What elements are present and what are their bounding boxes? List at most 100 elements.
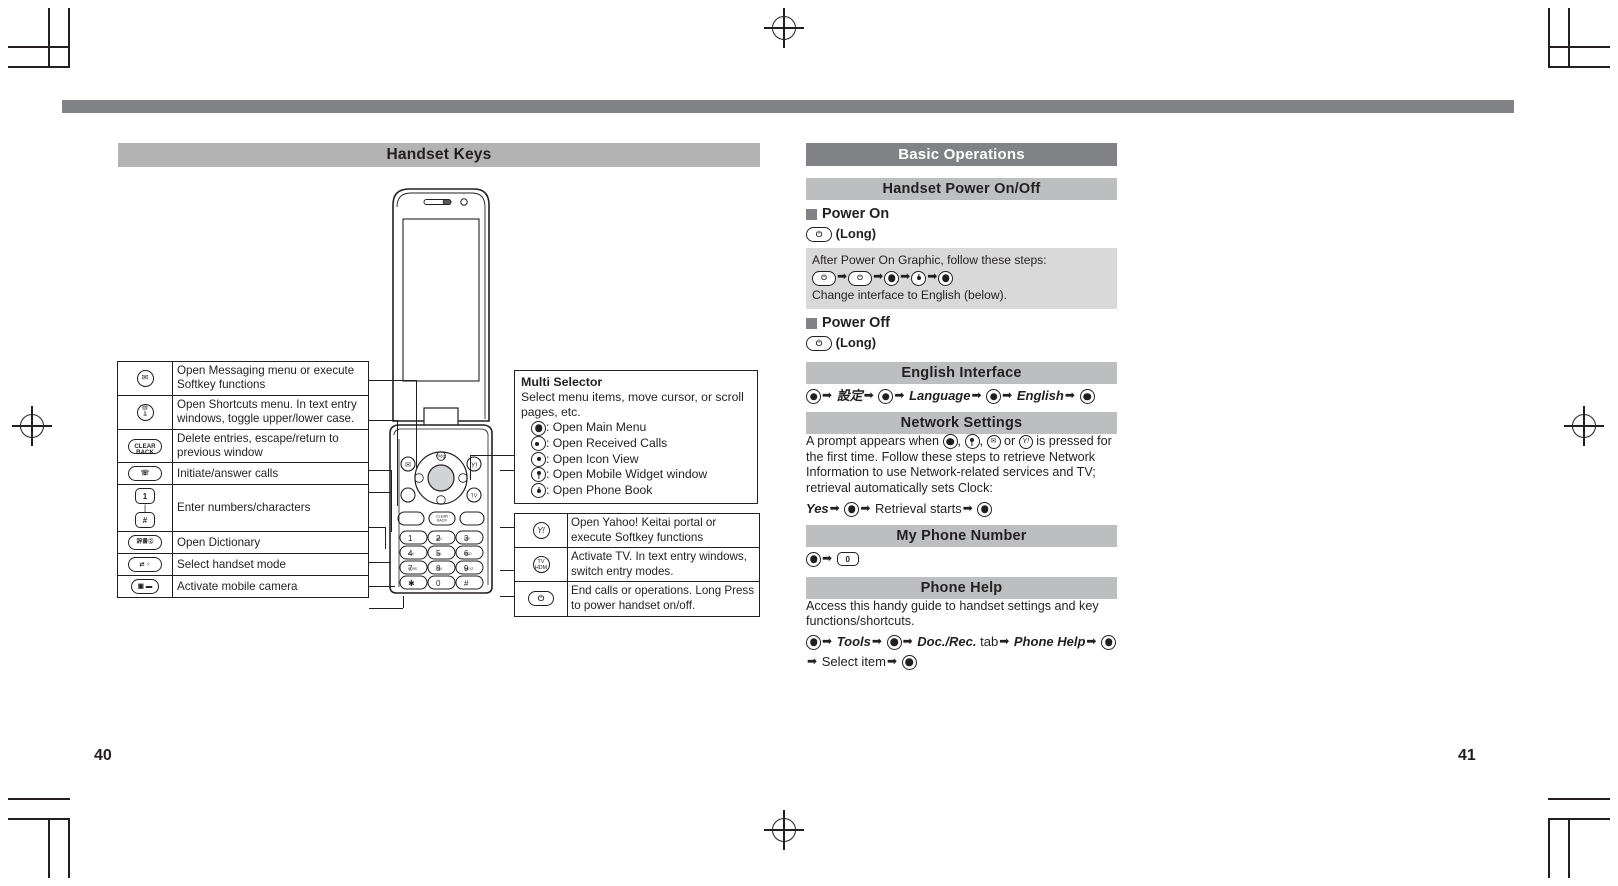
english-interface-steps: ➡ 設定➡ ➡ Language➡ ➡ English➡ xyxy=(806,386,1117,406)
svg-text:TV: TV xyxy=(471,494,478,500)
leader-line xyxy=(369,470,391,471)
yahoo-keitai-key-icon: Y! xyxy=(1018,434,1033,449)
header-rule xyxy=(62,100,1514,113)
right-page: Basic Operations Handset Power On/Off Po… xyxy=(806,143,1117,676)
phone-help-steps: ➡ Tools➡ ➡ Doc./Rec. tab➡ Phone Help➡ ➡ … xyxy=(806,632,1117,672)
page-number-right: 41 xyxy=(1458,747,1476,764)
up-select-icon xyxy=(964,434,980,450)
center-select-icon xyxy=(806,551,821,567)
svg-text:DEF: DEF xyxy=(464,537,470,541)
note-line: After Power On Graphic, follow these ste… xyxy=(812,253,1047,267)
table-row: ⇄ ♀ Select handset mode xyxy=(117,553,369,577)
center-select-icon xyxy=(938,270,954,286)
leader-line xyxy=(416,380,417,468)
call-key-icon: ☏ xyxy=(117,462,173,486)
registration-mark xyxy=(764,8,804,48)
table-row: 1 | # Enter numbers/characters xyxy=(117,484,369,533)
registration-mark xyxy=(764,810,804,850)
down-select-icon xyxy=(911,270,927,286)
crop-mark xyxy=(1548,818,1610,820)
leader-line xyxy=(369,492,391,493)
dictionary-key-icon: 辞書② xyxy=(117,531,173,555)
left-select-icon xyxy=(531,436,546,452)
table-row: Y! Open Yahoo! Keitai portal or execute … xyxy=(514,512,760,549)
svg-text:BACK: BACK xyxy=(437,519,447,523)
my-phone-number-steps: ➡ 0 xyxy=(806,549,1117,569)
center-select-icon xyxy=(977,501,993,517)
svg-text:ABC: ABC xyxy=(436,537,443,541)
center-select-icon xyxy=(1101,634,1117,650)
center-select-icon xyxy=(806,634,821,650)
envelope-key-icon: ✉ xyxy=(117,361,173,396)
zero-key-icon: 0 xyxy=(836,552,859,567)
svg-text:WXYZ: WXYZ xyxy=(464,567,473,571)
list-item: : Open Main Menu xyxy=(521,420,752,436)
svg-text:0: 0 xyxy=(436,579,441,588)
crop-mark xyxy=(1548,8,1550,68)
key-description: Delete entries, escape/return to previou… xyxy=(172,428,369,464)
envelope-key-icon: ✉ xyxy=(986,434,1001,449)
phone-help-body: Access this handy guide to handset setti… xyxy=(806,598,1099,629)
multi-selector-callout: Multi Selector Select menu items, move c… xyxy=(514,370,758,505)
multi-selector-list: : Open Main Menu : Open Received Calls :… xyxy=(521,420,752,499)
power-end-key-icon: ⏻ xyxy=(812,270,836,286)
key-description: Activate mobile camera xyxy=(172,575,369,599)
table-row: ⏻ End calls or operations. Long Press to… xyxy=(514,581,760,617)
center-select-icon xyxy=(878,389,894,405)
multi-selector-title: Multi Selector xyxy=(521,375,603,389)
leader-line xyxy=(369,380,417,381)
key-description: Open Shortcuts menu. In text entry windo… xyxy=(172,394,369,430)
svg-text:✉: ✉ xyxy=(405,462,411,469)
leader-line xyxy=(369,527,385,528)
clear-back-key-icon: CLEAR BACK xyxy=(117,428,173,464)
center-select-icon xyxy=(844,501,860,517)
power-off-heading: Power Off xyxy=(806,315,1117,331)
center-select-icon xyxy=(1079,389,1095,405)
crop-mark xyxy=(1568,818,1570,878)
key-description: Enter numbers/characters xyxy=(172,484,369,533)
leader-line xyxy=(500,470,514,471)
crop-mark xyxy=(1548,798,1610,800)
leader-line xyxy=(470,455,514,456)
bullet-square-icon xyxy=(806,208,817,220)
yahoo-keitai-key-icon: Y! xyxy=(514,512,568,549)
crop-mark xyxy=(1548,66,1610,68)
crop-mark xyxy=(8,66,70,68)
table-row: ✉ Open Messaging menu or execute Softkey… xyxy=(117,361,369,396)
table-row: ☏ Initiate/answer calls xyxy=(117,462,369,486)
crop-mark xyxy=(68,8,70,68)
leader-line xyxy=(500,596,514,597)
crop-mark xyxy=(8,46,70,48)
note-line: Change interface to English (below). xyxy=(812,287,1007,302)
up-select-icon xyxy=(531,467,546,483)
key-description: Select handset mode xyxy=(172,553,369,577)
leader-line xyxy=(500,570,514,571)
center-select-icon xyxy=(986,389,1002,405)
network-settings-body: A prompt appears when , , ✉ or Y! is pre… xyxy=(806,434,1112,495)
leader-line xyxy=(391,470,392,532)
center-select-icon xyxy=(901,654,917,670)
power-end-key-icon: ⏻ xyxy=(848,270,873,286)
center-select-icon xyxy=(531,420,546,436)
table-row: TV HDM Activate TV. In text entry windows… xyxy=(514,547,760,583)
crop-mark xyxy=(1548,818,1550,878)
svg-text:1: 1 xyxy=(408,534,413,543)
crop-mark xyxy=(8,818,70,820)
center-select-icon xyxy=(942,434,958,450)
crop-mark xyxy=(48,8,50,68)
multi-selector-description: Select menu items, move cursor, or scrol… xyxy=(521,390,744,420)
svg-text:PQRS: PQRS xyxy=(408,567,417,571)
list-item: : Open Mobile Widget window xyxy=(521,467,752,483)
table-row: CLEAR BACK Delete entries, escape/return… xyxy=(117,428,369,464)
subsection-english-interface: English Interface xyxy=(806,362,1117,385)
number-keys-icon: 1 | # xyxy=(117,484,173,533)
left-page: Handset Keys xyxy=(118,143,760,167)
list-item: : Open Received Calls xyxy=(521,436,752,452)
power-end-key-icon: ⏻ xyxy=(514,581,568,617)
list-item: : Open Icon View xyxy=(521,452,752,468)
svg-text:MNO: MNO xyxy=(464,552,472,556)
svg-text:TUV: TUV xyxy=(436,567,443,571)
crop-mark xyxy=(1568,8,1570,68)
key-description: Activate TV. In text entry windows, swit… xyxy=(567,547,760,583)
subsection-handset-power: Handset Power On/Off xyxy=(806,178,1117,200)
